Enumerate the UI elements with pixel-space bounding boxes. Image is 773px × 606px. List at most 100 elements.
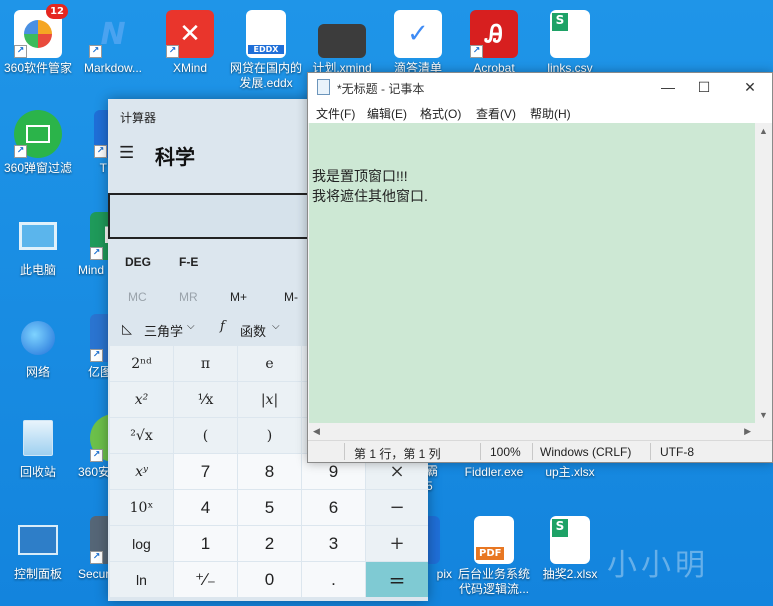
memory-subtract-button[interactable]: M- <box>284 290 298 304</box>
icon-label: up主.xlsx <box>545 465 595 479</box>
desktop-icon-network[interactable]: 网络 <box>0 310 76 380</box>
csv-file-icon: S <box>550 10 590 58</box>
markdown-icon: N ↗ <box>89 10 137 58</box>
notepad-icon <box>317 79 330 95</box>
shortcut-arrow-icon: ↗ <box>14 45 27 58</box>
icon-label: 网络 <box>25 365 50 379</box>
ten-power-button[interactable]: 10ˣ <box>110 490 173 525</box>
desktop-icon-ticktick[interactable]: ✓ 滴答清单 <box>380 6 456 76</box>
log-button[interactable]: log <box>110 526 173 561</box>
digit-0-button[interactable]: 0 <box>238 562 301 597</box>
scroll-up-icon[interactable]: ▲ <box>759 126 768 136</box>
absolute-button[interactable]: |x| <box>238 382 301 417</box>
minimize-button[interactable]: — <box>650 76 686 98</box>
desktop-icon-markdown[interactable]: N ↗ Markdow... <box>75 6 151 76</box>
menu-help[interactable]: 帮助(H) <box>530 105 571 122</box>
chevron-down-icon: ⌵ <box>272 321 280 332</box>
maximize-button[interactable]: ☐ <box>686 76 722 98</box>
digit-4-button[interactable]: 4 <box>174 490 237 525</box>
calculator-mode-title: 科学 <box>155 147 195 169</box>
desktop-icon-xmind-file[interactable]: 计划.xmind <box>304 6 380 76</box>
square-button[interactable]: x² <box>110 382 173 417</box>
negate-button[interactable]: ⁺∕₋ <box>174 562 237 597</box>
acrobat-icon: Ꭿ ↗ <box>470 10 518 58</box>
icon-label: 360弹窗过滤 <box>3 161 73 175</box>
360-software-manager-icon: 12 ↗ <box>14 4 68 58</box>
desktop-icon-pdf-file[interactable]: PDF 后台业务系统 代码逻辑流... <box>456 512 532 597</box>
icon-label: XMind <box>172 61 207 75</box>
desktop-icon-this-pc[interactable]: 此电脑 <box>0 208 76 278</box>
desktop-icon-popup-filter[interactable]: ↗ 360弹窗过滤 <box>0 106 76 176</box>
digit-8-button[interactable]: 8 <box>238 454 301 489</box>
decimal-button[interactable]: . <box>302 562 365 597</box>
scroll-right-icon[interactable]: ▶ <box>744 426 751 437</box>
menu-view[interactable]: 查看(V) <box>476 105 516 122</box>
memory-add-button[interactable]: M+ <box>230 290 247 304</box>
menu-edit[interactable]: 编辑(E) <box>367 105 407 122</box>
notepad-window[interactable]: *无标题 - 记事本 — ☐ ✕ 文件(F) 编辑(E) 格式(O) 查看(V)… <box>307 72 773 463</box>
notepad-titlebar[interactable]: *无标题 - 记事本 — ☐ ✕ <box>308 73 772 101</box>
xmind-icon: ✕ ↗ <box>166 10 214 58</box>
deg-button[interactable]: DEG <box>125 255 151 269</box>
text-line: 我是置顶窗口!!! <box>312 168 408 184</box>
trig-dropdown[interactable]: 三角学 <box>144 321 183 340</box>
desktop-icon-xlsx-2[interactable]: S 抽奖2.xlsx <box>532 512 608 582</box>
eddx-file-icon: EDDX <box>246 10 286 58</box>
vertical-scrollbar[interactable]: ▲ ▼ <box>755 123 772 423</box>
line-ending: Windows (CRLF) <box>540 445 632 459</box>
reciprocal-button[interactable]: ¹⁄x <box>174 382 237 417</box>
close-button[interactable]: ✕ <box>732 76 768 98</box>
hamburger-menu-icon[interactable]: ☰ <box>119 143 134 163</box>
second-button[interactable]: 2ⁿᵈ <box>110 346 173 381</box>
add-button[interactable]: + <box>366 526 428 561</box>
subtract-button[interactable]: − <box>366 490 428 525</box>
icon-label: 控制面板 <box>13 567 62 581</box>
triangle-ruler-icon: ◺ <box>122 321 132 336</box>
digit-3-button[interactable]: 3 <box>302 526 365 561</box>
icon-label: Fiddler.exe <box>464 465 524 479</box>
desktop-icon-recycle-bin[interactable]: 回收站 <box>0 410 76 480</box>
network-icon <box>14 314 62 362</box>
memory-recall-button[interactable]: MR <box>179 290 198 304</box>
sqrt-button[interactable]: ²√x <box>110 418 173 453</box>
notepad-title: *无标题 - 记事本 <box>337 82 425 96</box>
memory-clear-button[interactable]: MC <box>128 290 147 304</box>
close-paren-button[interactable]: ) <box>238 418 301 453</box>
equals-button[interactable]: = <box>366 562 428 597</box>
popup-filter-icon: ↗ <box>14 110 62 158</box>
watermark: 小小明 <box>607 548 709 583</box>
open-paren-button[interactable]: ( <box>174 418 237 453</box>
desktop-icon-360-software-manager[interactable]: 12 ↗ 360软件管家 <box>0 4 76 76</box>
desktop-icon-eddx-file[interactable]: EDDX 网贷在国内的 发展.eddx <box>228 6 304 91</box>
cursor-position: 第 1 行，第 1 列 <box>354 447 441 461</box>
fe-button[interactable]: F-E <box>179 255 198 269</box>
desktop-icon-links-csv[interactable]: S links.csv <box>532 6 608 76</box>
e-button[interactable]: e <box>238 346 301 381</box>
pdf-file-icon: PDF <box>474 516 514 564</box>
xlsx-file-icon-2: S <box>550 516 590 564</box>
control-panel-icon <box>14 516 62 564</box>
icon-label: 360软件管家 <box>3 61 73 75</box>
scroll-left-icon[interactable]: ◀ <box>313 426 320 437</box>
menu-format[interactable]: 格式(O) <box>420 105 461 122</box>
menu-bar: 文件(F) 编辑(E) 格式(O) 查看(V) 帮助(H) <box>308 101 772 123</box>
ln-button[interactable]: ln <box>110 562 173 597</box>
notification-badge: 12 <box>46 4 68 19</box>
scroll-down-icon[interactable]: ▼ <box>759 410 768 420</box>
menu-file[interactable]: 文件(F) <box>316 105 355 122</box>
digit-6-button[interactable]: 6 <box>302 490 365 525</box>
function-icon: f <box>220 319 225 334</box>
desktop-icon-control-panel[interactable]: 控制面板 <box>0 512 76 582</box>
icon-label-line2: 发展.eddx <box>239 76 293 90</box>
digit-7-button[interactable]: 7 <box>174 454 237 489</box>
desktop-icon-acrobat[interactable]: Ꭿ ↗ Acrobat <box>456 6 532 76</box>
function-dropdown[interactable]: 函数 <box>240 321 266 340</box>
pi-button[interactable]: π <box>174 346 237 381</box>
desktop-icon-xmind[interactable]: ✕ ↗ XMind <box>152 6 228 76</box>
text-editor-area[interactable]: 我是置顶窗口!!! 我将遮住其他窗口. <box>309 123 755 423</box>
digit-2-button[interactable]: 2 <box>238 526 301 561</box>
digit-1-button[interactable]: 1 <box>174 526 237 561</box>
horizontal-scrollbar[interactable]: ◀ ▶ <box>309 423 755 440</box>
power-button[interactable]: xʸ <box>110 454 173 489</box>
digit-5-button[interactable]: 5 <box>238 490 301 525</box>
